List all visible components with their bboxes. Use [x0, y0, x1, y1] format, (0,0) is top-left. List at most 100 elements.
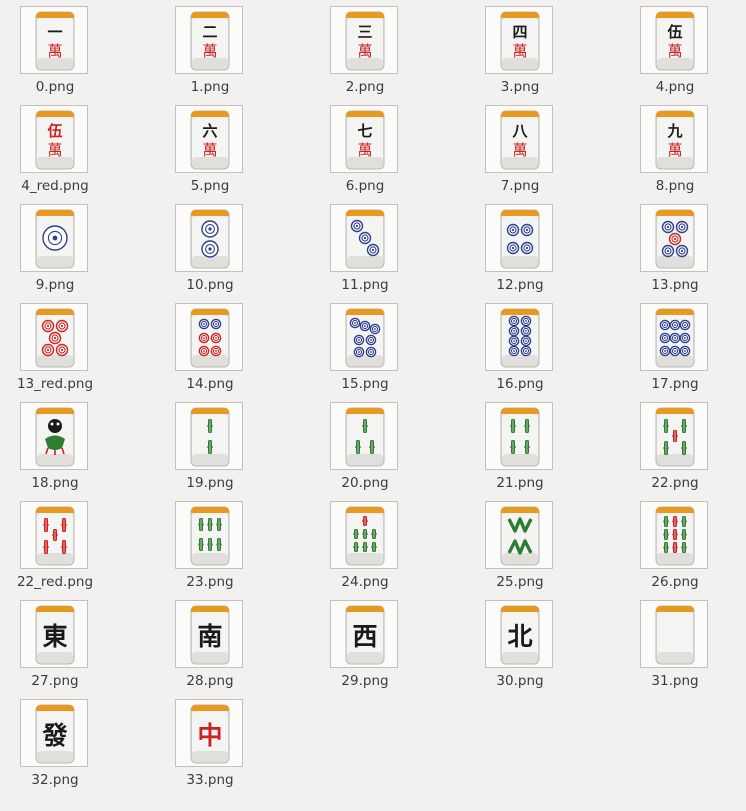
file-item[interactable]: 三萬 2.png	[310, 6, 420, 101]
file-name-label[interactable]: 0.png	[0, 79, 110, 96]
file-item[interactable]: 北 30.png	[465, 600, 575, 695]
file-name-label[interactable]: 18.png	[0, 475, 110, 492]
file-name-label[interactable]: 28.png	[155, 673, 265, 690]
file-item[interactable]: 20.png	[310, 402, 420, 497]
file-name-label[interactable]: 5.png	[155, 178, 265, 195]
file-item[interactable]: 22_red.png	[0, 501, 110, 596]
file-thumbnail[interactable]	[485, 204, 553, 272]
file-item[interactable]: 伍萬 4_red.png	[0, 105, 110, 200]
file-item[interactable]: 16.png	[465, 303, 575, 398]
file-item[interactable]: 東 27.png	[0, 600, 110, 695]
file-item[interactable]: 24.png	[310, 501, 420, 596]
file-item[interactable]: 31.png	[620, 600, 730, 695]
file-thumbnail[interactable]: 二萬	[175, 6, 243, 74]
file-thumbnail[interactable]	[20, 303, 88, 371]
file-item[interactable]: 12.png	[465, 204, 575, 299]
file-item[interactable]: 19.png	[155, 402, 265, 497]
file-thumbnail[interactable]	[640, 501, 708, 569]
file-thumbnail[interactable]: 七萬	[330, 105, 398, 173]
file-item[interactable]: 西 29.png	[310, 600, 420, 695]
file-name-label[interactable]: 19.png	[155, 475, 265, 492]
file-name-label[interactable]: 23.png	[155, 574, 265, 591]
file-thumbnail[interactable]: 四萬	[485, 6, 553, 74]
file-thumbnail[interactable]	[330, 204, 398, 272]
file-name-label[interactable]: 30.png	[465, 673, 575, 690]
file-name-label[interactable]: 33.png	[155, 772, 265, 789]
file-thumbnail[interactable]	[640, 600, 708, 668]
file-thumbnail[interactable]: 東	[20, 600, 88, 668]
file-name-label[interactable]: 2.png	[310, 79, 420, 96]
file-thumbnail[interactable]	[640, 402, 708, 470]
file-name-label[interactable]: 4_red.png	[0, 178, 110, 195]
file-thumbnail[interactable]: 發	[20, 699, 88, 767]
file-name-label[interactable]: 24.png	[310, 574, 420, 591]
file-item[interactable]: 中 33.png	[155, 699, 265, 794]
file-name-label[interactable]: 8.png	[620, 178, 730, 195]
file-thumbnail[interactable]: 西	[330, 600, 398, 668]
file-name-label[interactable]: 32.png	[0, 772, 110, 789]
file-thumbnail[interactable]	[175, 303, 243, 371]
file-item[interactable]: 四萬 3.png	[465, 6, 575, 101]
file-item[interactable]: 23.png	[155, 501, 265, 596]
file-name-label[interactable]: 4.png	[620, 79, 730, 96]
file-name-label[interactable]: 12.png	[465, 277, 575, 294]
file-name-label[interactable]: 31.png	[620, 673, 730, 690]
file-thumbnail[interactable]: 伍萬	[640, 6, 708, 74]
file-name-label[interactable]: 3.png	[465, 79, 575, 96]
file-thumbnail[interactable]	[640, 204, 708, 272]
file-name-label[interactable]: 13_red.png	[0, 376, 110, 393]
file-thumbnail[interactable]: 一萬	[20, 6, 88, 74]
file-name-label[interactable]: 16.png	[465, 376, 575, 393]
file-item[interactable]: 一萬 0.png	[0, 6, 110, 101]
file-name-label[interactable]: 26.png	[620, 574, 730, 591]
file-item[interactable]: 18.png	[0, 402, 110, 497]
file-item[interactable]: 13.png	[620, 204, 730, 299]
file-name-label[interactable]: 7.png	[465, 178, 575, 195]
file-thumbnail[interactable]	[330, 501, 398, 569]
file-item[interactable]: 六萬 5.png	[155, 105, 265, 200]
file-item[interactable]: 10.png	[155, 204, 265, 299]
file-item[interactable]: 21.png	[465, 402, 575, 497]
file-name-label[interactable]: 25.png	[465, 574, 575, 591]
file-thumbnail[interactable]: 九萬	[640, 105, 708, 173]
file-thumbnail[interactable]	[20, 204, 88, 272]
file-thumbnail[interactable]	[20, 501, 88, 569]
file-item[interactable]: 14.png	[155, 303, 265, 398]
file-thumbnail[interactable]	[485, 501, 553, 569]
file-name-label[interactable]: 27.png	[0, 673, 110, 690]
file-name-label[interactable]: 6.png	[310, 178, 420, 195]
file-item[interactable]: 二萬 1.png	[155, 6, 265, 101]
file-item[interactable]: 八萬 7.png	[465, 105, 575, 200]
file-thumbnail[interactable]	[640, 303, 708, 371]
file-name-label[interactable]: 17.png	[620, 376, 730, 393]
file-item[interactable]: 25.png	[465, 501, 575, 596]
file-name-label[interactable]: 1.png	[155, 79, 265, 96]
file-thumbnail[interactable]	[175, 501, 243, 569]
file-thumbnail[interactable]: 伍萬	[20, 105, 88, 173]
file-item[interactable]: 22.png	[620, 402, 730, 497]
file-name-label[interactable]: 14.png	[155, 376, 265, 393]
file-thumbnail[interactable]	[20, 402, 88, 470]
file-thumbnail[interactable]	[485, 303, 553, 371]
file-name-label[interactable]: 20.png	[310, 475, 420, 492]
file-item[interactable]: 發 32.png	[0, 699, 110, 794]
file-item[interactable]: 南 28.png	[155, 600, 265, 695]
file-name-label[interactable]: 29.png	[310, 673, 420, 690]
file-name-label[interactable]: 22.png	[620, 475, 730, 492]
file-item[interactable]: 13_red.png	[0, 303, 110, 398]
file-item[interactable]: 七萬 6.png	[310, 105, 420, 200]
file-name-label[interactable]: 13.png	[620, 277, 730, 294]
file-thumbnail[interactable]	[175, 204, 243, 272]
file-thumbnail[interactable]: 八萬	[485, 105, 553, 173]
file-thumbnail[interactable]	[330, 402, 398, 470]
file-name-label[interactable]: 11.png	[310, 277, 420, 294]
file-thumbnail[interactable]	[485, 402, 553, 470]
file-thumbnail[interactable]: 北	[485, 600, 553, 668]
file-name-label[interactable]: 22_red.png	[0, 574, 110, 591]
file-name-label[interactable]: 9.png	[0, 277, 110, 294]
file-item[interactable]: 11.png	[310, 204, 420, 299]
file-name-label[interactable]: 15.png	[310, 376, 420, 393]
file-thumbnail[interactable]: 三萬	[330, 6, 398, 74]
file-item[interactable]: 26.png	[620, 501, 730, 596]
file-item[interactable]: 15.png	[310, 303, 420, 398]
